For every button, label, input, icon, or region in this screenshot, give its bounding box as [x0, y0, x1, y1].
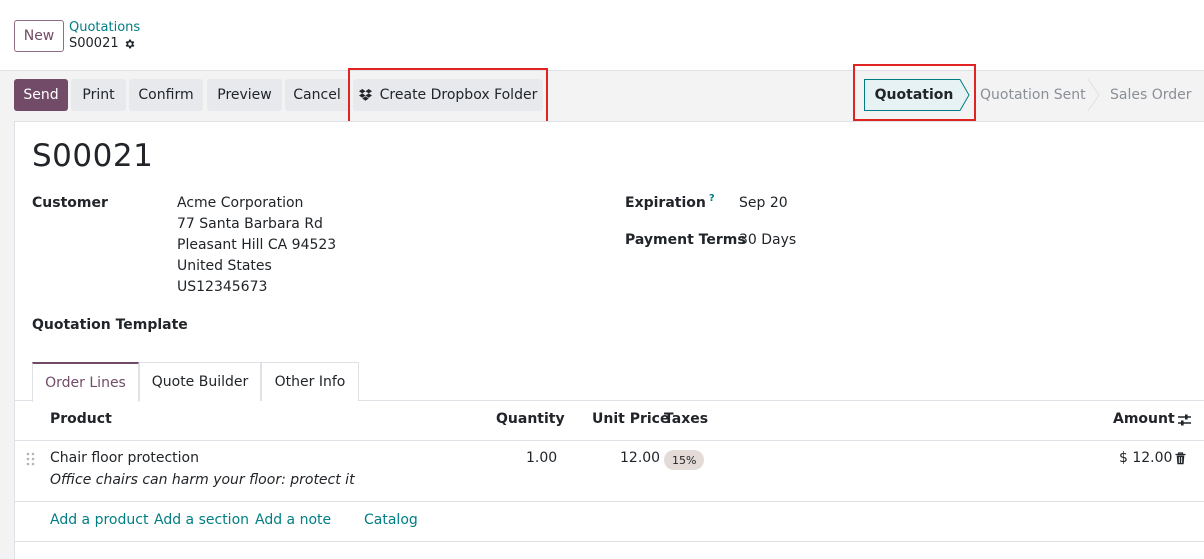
column-unit-price[interactable]: Unit Price: [592, 411, 669, 427]
catalog-link[interactable]: Catalog: [364, 512, 418, 528]
footer-divider: [15, 541, 1204, 542]
tab-other-info[interactable]: Other Info: [261, 362, 359, 401]
row-quantity: 1.00: [526, 450, 558, 466]
control-panel: New Quotations S00021: [0, 0, 1204, 71]
customer-label: Customer: [32, 195, 108, 211]
trash-icon[interactable]: [1175, 452, 1186, 465]
preview-button[interactable]: Preview: [207, 79, 282, 111]
optional-columns-icon[interactable]: [1177, 413, 1192, 427]
row-amount: $ 12.00: [1119, 450, 1173, 466]
create-dropbox-folder-label: Create Dropbox Folder: [379, 87, 538, 103]
header-divider: [15, 440, 1204, 441]
status-step-quotation-sent[interactable]: Quotation Sent: [980, 79, 1086, 111]
breadcrumb-current-label: S00021: [69, 36, 119, 51]
status-step-quotation-label: Quotation: [874, 87, 954, 103]
payment-terms-value[interactable]: 30 Days: [739, 230, 796, 251]
customer-city: Pleasant Hill CA 94523: [177, 237, 337, 253]
customer-street: 77 Santa Barbara Rd: [177, 216, 323, 232]
create-dropbox-folder-button[interactable]: Create Dropbox Folder: [353, 79, 543, 111]
column-product[interactable]: Product: [50, 411, 112, 427]
add-product-link[interactable]: Add a product: [50, 512, 148, 528]
add-note-link[interactable]: Add a note: [255, 512, 331, 528]
expiration-value[interactable]: Sep 20: [739, 193, 788, 214]
status-separator: [1087, 79, 1100, 111]
status-step-sales-order[interactable]: Sales Order: [1110, 79, 1192, 111]
print-button[interactable]: Print: [71, 79, 126, 111]
column-quantity[interactable]: Quantity: [496, 411, 565, 427]
breadcrumb-current: S00021: [69, 36, 136, 52]
record-title: S00021: [32, 138, 154, 174]
column-amount[interactable]: Amount: [1113, 411, 1175, 427]
dropbox-icon: [358, 89, 372, 101]
row-product: Chair floor protection: [50, 450, 199, 466]
customer-country: United States: [177, 258, 272, 274]
drag-handle-icon[interactable]: [26, 452, 36, 466]
quotation-template-label: Quotation Template: [32, 317, 188, 333]
row-divider: [15, 501, 1204, 502]
confirm-button[interactable]: Confirm: [129, 79, 203, 111]
row-unit-price: 12.00: [620, 450, 661, 466]
form-sheet: S00021 Customer Acme Corporation 77 Sant…: [14, 121, 1204, 559]
status-step-quotation[interactable]: Quotation: [864, 79, 970, 111]
add-section-link[interactable]: Add a section: [154, 512, 249, 528]
breadcrumb-parent-link[interactable]: Quotations: [69, 20, 140, 36]
cancel-button[interactable]: Cancel: [285, 79, 349, 111]
payment-terms-label: Payment Terms: [625, 232, 746, 248]
help-icon[interactable]: ?: [709, 193, 715, 204]
expiration-label-text: Expiration: [625, 195, 706, 211]
gear-icon[interactable]: [124, 38, 136, 50]
row-tax-badge: 15%: [664, 450, 705, 470]
row-description: Office chairs can harm your floor: prote…: [50, 472, 355, 488]
expiration-label: Expiration?: [625, 193, 715, 211]
send-button[interactable]: Send: [14, 79, 68, 111]
customer-vat: US12345673: [177, 279, 268, 295]
customer-name: Acme Corporation: [177, 195, 304, 211]
customer-value[interactable]: Acme Corporation 77 Santa Barbara Rd Ple…: [177, 193, 336, 298]
tab-quote-builder[interactable]: Quote Builder: [139, 362, 261, 401]
new-button[interactable]: New: [14, 20, 64, 52]
column-taxes[interactable]: Taxes: [664, 411, 708, 427]
tab-order-lines[interactable]: Order Lines: [32, 362, 139, 402]
